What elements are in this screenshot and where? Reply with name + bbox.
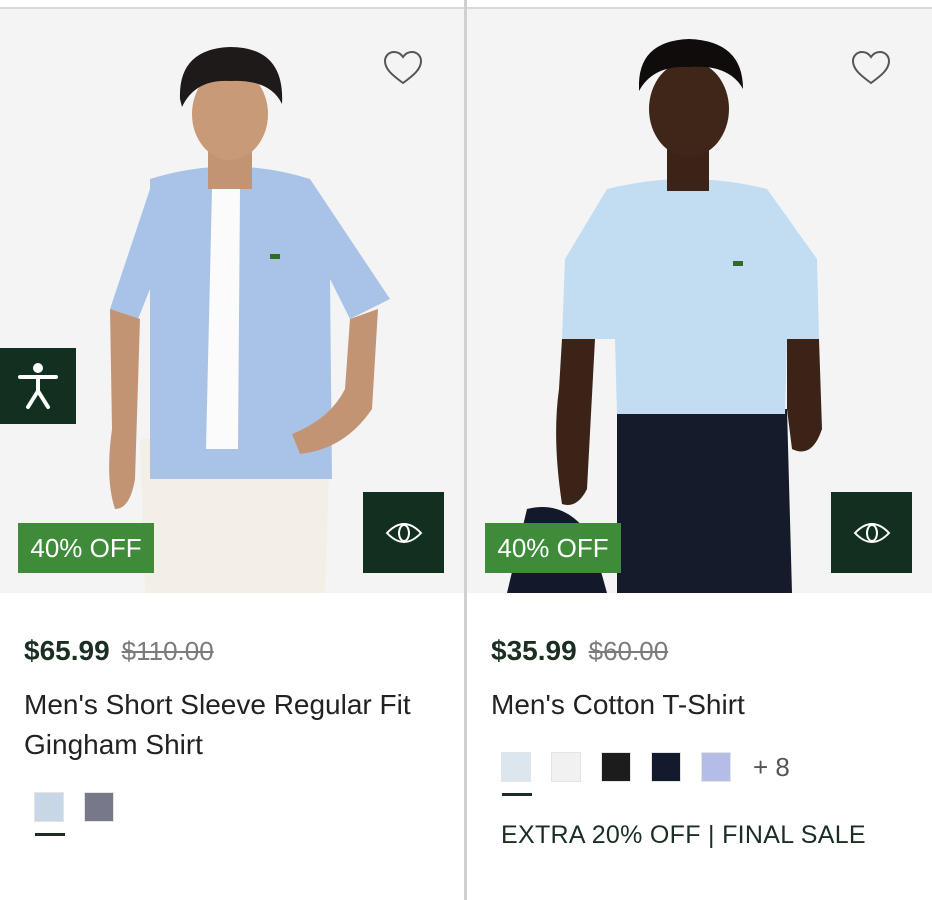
sale-price: $35.99 bbox=[491, 635, 577, 666]
wishlist-button[interactable] bbox=[850, 49, 892, 89]
product-card[interactable]: 40% OFF $65.99 $110.00 Men's Short Sleev… bbox=[0, 9, 464, 900]
price-row: $65.99 $110.00 bbox=[24, 635, 214, 667]
color-swatches: + 8 bbox=[501, 752, 790, 796]
color-swatch[interactable] bbox=[34, 792, 65, 836]
product-image[interactable]: 40% OFF bbox=[467, 9, 932, 593]
color-swatch[interactable] bbox=[701, 752, 731, 782]
heart-outline-icon bbox=[383, 50, 423, 85]
color-swatches bbox=[34, 792, 134, 836]
more-colors-link[interactable]: + 8 bbox=[753, 752, 790, 782]
product-image[interactable]: 40% OFF bbox=[0, 9, 464, 593]
eye-icon bbox=[853, 522, 890, 543]
product-name[interactable]: Men's Short Sleeve Regular Fit Gingham S… bbox=[24, 685, 454, 765]
color-swatch[interactable] bbox=[501, 752, 532, 796]
product-grid: 40% OFF $65.99 $110.00 Men's Short Sleev… bbox=[0, 0, 932, 900]
promo-text: EXTRA 20% OFF | FINAL SALE bbox=[501, 821, 866, 849]
quick-view-button[interactable] bbox=[831, 492, 912, 573]
original-price: $110.00 bbox=[121, 636, 214, 666]
discount-badge: 40% OFF bbox=[485, 523, 621, 573]
product-card[interactable]: 40% OFF $35.99 $60.00 Men's Cotton T-Shi… bbox=[467, 9, 932, 900]
wishlist-button[interactable] bbox=[382, 49, 424, 89]
heart-outline-icon bbox=[851, 50, 891, 85]
color-swatch[interactable] bbox=[84, 792, 114, 822]
original-price: $60.00 bbox=[588, 636, 669, 666]
discount-badge: 40% OFF bbox=[18, 523, 154, 573]
accessibility-person-icon bbox=[18, 363, 58, 409]
eye-icon bbox=[385, 522, 422, 543]
sale-price: $65.99 bbox=[24, 635, 110, 666]
quick-view-button[interactable] bbox=[363, 492, 444, 573]
color-swatch[interactable] bbox=[601, 752, 631, 782]
color-swatch[interactable] bbox=[651, 752, 681, 782]
color-swatch[interactable] bbox=[551, 752, 581, 782]
price-row: $35.99 $60.00 bbox=[491, 635, 668, 667]
product-name[interactable]: Men's Cotton T-Shirt bbox=[491, 685, 921, 725]
accessibility-button[interactable] bbox=[0, 348, 76, 424]
